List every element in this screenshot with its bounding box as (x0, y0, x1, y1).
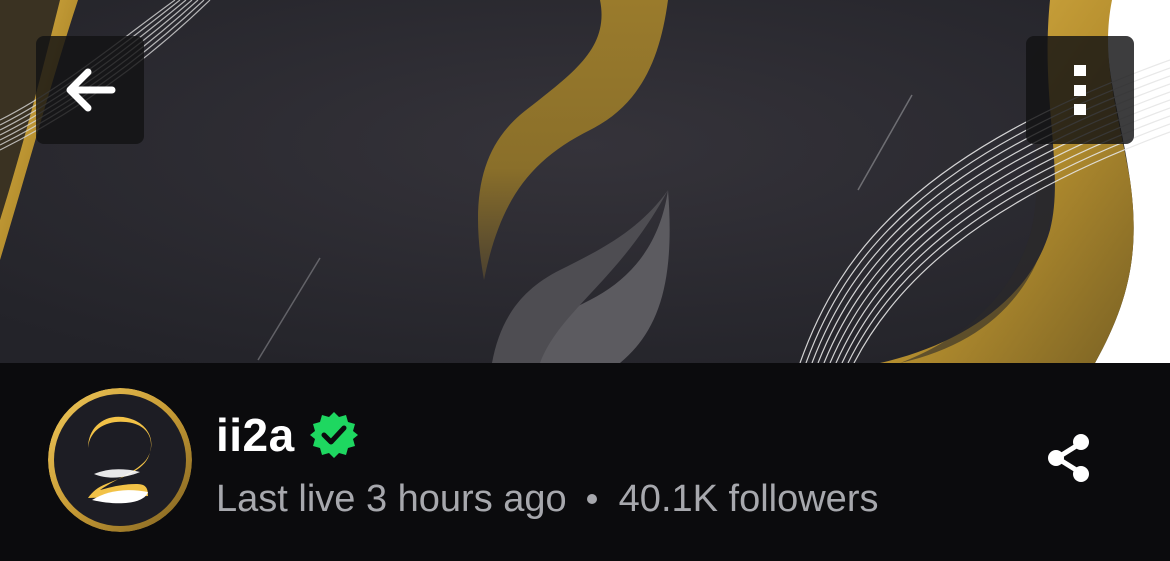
channel-logo (48, 388, 192, 532)
share-button[interactable] (1036, 425, 1102, 491)
arrow-left-icon (66, 68, 116, 112)
banner-artwork (0, 0, 1170, 363)
last-live-text: Last live 3 hours ago (216, 477, 567, 520)
channel-name[interactable]: ii2a (216, 408, 295, 462)
followers-count: 40.1K followers (618, 477, 879, 520)
vertical-dots-icon (1074, 65, 1086, 115)
channel-name-row: ii2a (216, 405, 359, 465)
more-options-button[interactable] (1026, 36, 1134, 144)
channel-meta-row: Last live 3 hours ago 40.1K followers (216, 474, 878, 524)
channel-banner (0, 0, 1170, 363)
share-icon (1048, 434, 1089, 482)
channel-avatar[interactable] (48, 388, 192, 532)
back-button[interactable] (36, 36, 144, 144)
separator-dot (586, 494, 597, 504)
verified-badge-icon (309, 412, 358, 458)
